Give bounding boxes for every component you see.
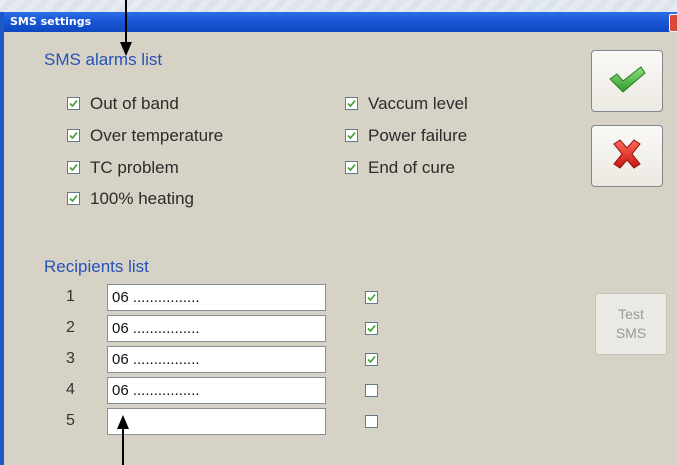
recipient-phone-field-4[interactable]: 06 ................ — [107, 377, 326, 404]
recipient-enabled-checkbox-5[interactable] — [365, 415, 378, 428]
checkbox-vaccum-level[interactable] — [345, 97, 358, 110]
label-power-failure: Power failure — [368, 126, 468, 145]
annotation-arrow-down — [120, 0, 132, 56]
recipient-number-3: 3 — [66, 350, 75, 367]
test-sms-label-line2: SMS — [615, 325, 647, 341]
test-sms-button[interactable]: Test SMS — [595, 293, 667, 355]
alarms-section-title: SMS alarms list — [44, 50, 163, 69]
label-tc-problem: TC problem — [90, 158, 179, 177]
checkbox-end-of-cure[interactable] — [345, 161, 358, 174]
label-over-temperature: Over temperature — [90, 126, 224, 145]
recipients-section-title: Recipients list — [44, 257, 149, 276]
checkbox-100-heating[interactable] — [67, 192, 80, 205]
recipient-enabled-checkbox-3[interactable] — [365, 353, 378, 366]
sms-settings-dialog: SMS settings SMS alarms list Out of band… — [0, 12, 677, 465]
label-end-of-cure: End of cure — [368, 158, 455, 177]
label-out-of-band: Out of band — [90, 94, 179, 113]
label-100-heating: 100% heating — [90, 189, 194, 208]
cross-icon — [610, 138, 644, 175]
window-title: SMS settings — [10, 15, 92, 28]
checkbox-power-failure[interactable] — [345, 129, 358, 142]
recipient-enabled-checkbox-4[interactable] — [365, 384, 378, 397]
checkbox-over-temperature[interactable] — [67, 129, 80, 142]
checkbox-out-of-band[interactable] — [67, 97, 80, 110]
check-icon — [607, 64, 647, 99]
title-bar[interactable]: SMS settings — [4, 12, 677, 32]
checkbox-tc-problem[interactable] — [67, 161, 80, 174]
dialog-body: SMS alarms list Out of band Over tempera… — [4, 32, 677, 465]
close-button[interactable] — [669, 14, 677, 32]
recipient-number-2: 2 — [66, 319, 75, 336]
recipient-number-5: 5 — [66, 412, 75, 429]
cancel-button[interactable] — [591, 125, 663, 187]
ok-button[interactable] — [591, 50, 663, 112]
recipient-number-4: 4 — [66, 381, 75, 398]
label-vaccum-level: Vaccum level — [368, 94, 468, 113]
recipient-phone-field-5[interactable] — [107, 408, 326, 435]
recipient-phone-field-3[interactable]: 06 ................ — [107, 346, 326, 373]
recipient-phone-field-1[interactable]: 06 ................ — [107, 284, 326, 311]
recipient-number-1: 1 — [66, 288, 75, 305]
test-sms-label-line1: Test — [618, 306, 644, 322]
recipient-phone-field-2[interactable]: 06 ................ — [107, 315, 326, 342]
recipient-enabled-checkbox-1[interactable] — [365, 291, 378, 304]
annotation-arrow-up — [117, 415, 129, 465]
recipient-enabled-checkbox-2[interactable] — [365, 322, 378, 335]
